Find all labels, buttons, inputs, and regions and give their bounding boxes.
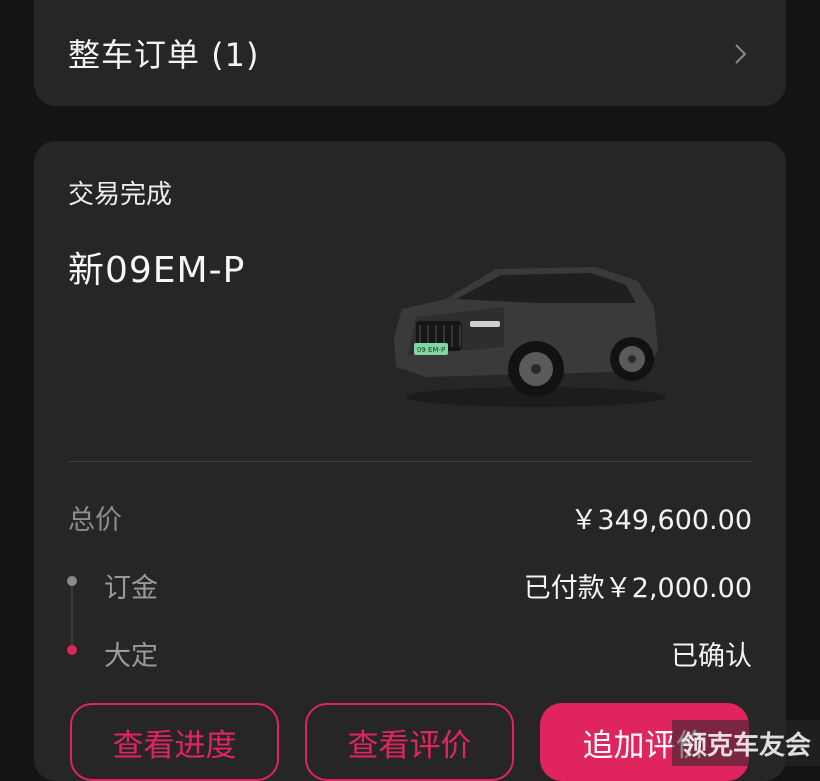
final-payment-label: 大定 <box>104 641 158 672</box>
vehicle-order-title: 整车订单 (1) <box>68 36 260 74</box>
timeline-dot-deposit <box>67 576 77 586</box>
timeline-dot-final <box>67 645 77 655</box>
vehicle-order-card[interactable]: 整车订单 (1) <box>34 0 786 106</box>
car-model-name: 新09EM-P <box>68 250 246 291</box>
chevron-right-icon <box>735 44 747 64</box>
timeline-line <box>71 581 73 651</box>
deposit-value: 已付款￥2,000.00 <box>523 573 752 604</box>
order-status: 交易完成 <box>68 180 173 210</box>
view-review-button[interactable]: 查看评价 <box>305 703 514 781</box>
view-progress-button[interactable]: 查看进度 <box>70 703 279 781</box>
total-price-value: ￥349,600.00 <box>570 505 752 536</box>
final-payment-value: 已确认 <box>671 641 752 672</box>
plate-text: 09 EM-P <box>417 346 445 354</box>
deposit-label: 订金 <box>104 573 158 604</box>
watermark: 领克车友会 <box>672 720 820 766</box>
total-price-label: 总价 <box>68 505 122 536</box>
order-detail-card[interactable]: 交易完成 新09EM-P 09 EM-P 总价 ￥349,600.00 订金 已… <box>34 141 786 781</box>
divider <box>68 461 752 462</box>
car-image: 09 EM-P <box>394 267 666 407</box>
